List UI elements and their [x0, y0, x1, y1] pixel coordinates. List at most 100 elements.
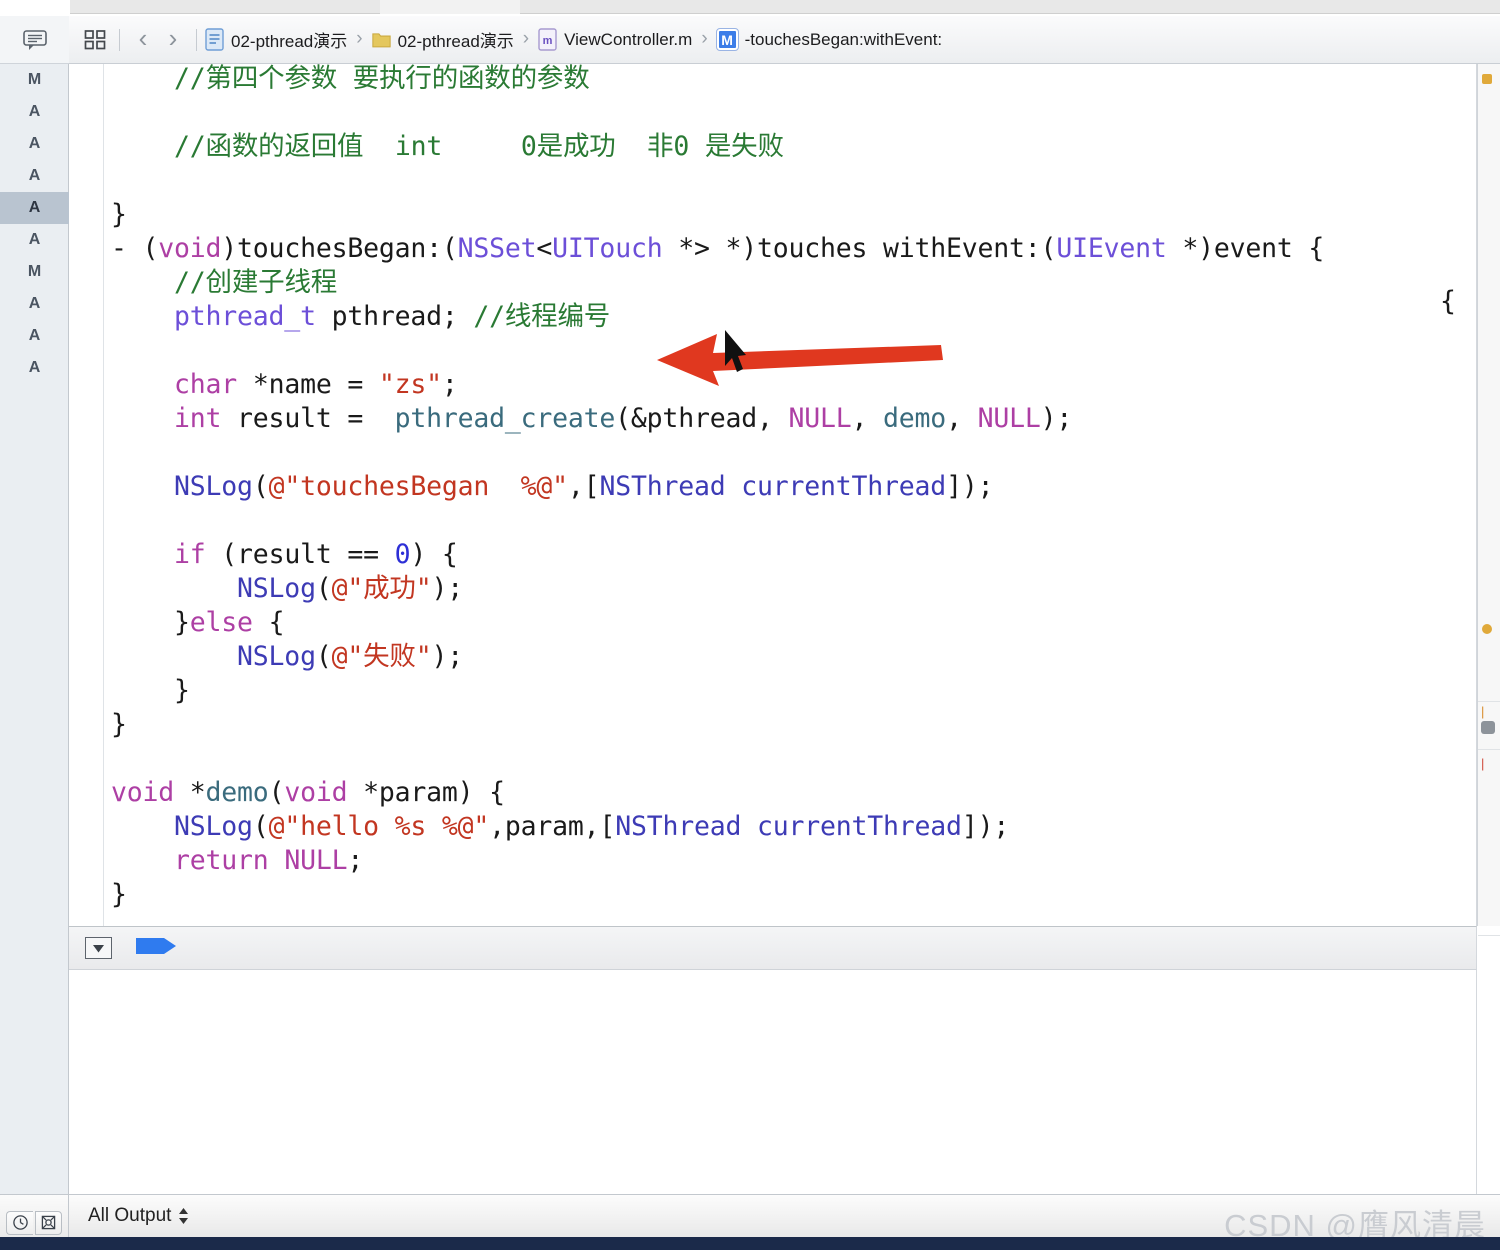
- code-token: ,param,[: [489, 811, 616, 842]
- code-token: 0: [394, 539, 411, 570]
- breadcrumb-item-3[interactable]: M -touchesBegan:withEvent:: [715, 28, 943, 51]
- breadcrumb-label-3: -touchesBegan:withEvent:: [744, 29, 943, 49]
- window-title-bar: [0, 0, 1500, 16]
- change-marker-list: MAAAAAMAAA: [0, 64, 69, 384]
- focus-target-button[interactable]: [35, 1210, 62, 1235]
- code-token: (: [315, 573, 332, 604]
- output-filter-label: All Output: [88, 1205, 172, 1226]
- code-token: //线程编号: [473, 301, 611, 332]
- code-token: ]);: [946, 471, 994, 502]
- code-line-5: - (void)touchesBegan:(NSSet<UITouch *> *…: [111, 233, 1324, 264]
- xcode-window: MAAAAAMAAA ‹ › 02-pthread演示 › 02-pthread…: [0, 0, 1500, 1250]
- scope-filter-button[interactable]: [134, 934, 178, 963]
- code-line-4: }: [111, 199, 127, 230]
- code-token: NSSet: [457, 233, 537, 264]
- breadcrumb-item-1[interactable]: 02-pthread演示: [371, 27, 514, 52]
- console-toggle-button[interactable]: [85, 937, 112, 959]
- change-marker-6[interactable]: M: [0, 256, 69, 288]
- breadcrumb-item-2[interactable]: m ViewController.m: [538, 28, 692, 51]
- code-token: demo: [205, 777, 269, 808]
- output-filter-dropdown[interactable]: All Output: [88, 1205, 189, 1227]
- source-editor[interactable]: //第四个参数 要执行的函数的参数 //函数的返回值 int 0是成功 非0 是…: [69, 64, 1477, 926]
- code-token: (: [252, 471, 269, 502]
- code-token: NSLog: [237, 573, 316, 604]
- code-line-6: //创建子线程: [111, 267, 337, 298]
- related-items-button[interactable]: [81, 29, 111, 51]
- breadcrumb-label-2: ViewController.m: [564, 29, 693, 49]
- change-marker-3[interactable]: A: [0, 160, 69, 192]
- right-panel-section-1: [1478, 74, 1500, 702]
- code-token: *> *)touches withEvent:(: [662, 233, 1057, 264]
- code-token: *)event {: [1166, 233, 1325, 264]
- code-token: NSThread: [615, 811, 742, 842]
- code-token: - (: [111, 233, 159, 264]
- code-token: NSLog: [174, 471, 253, 502]
- code-token: currentThread: [757, 811, 962, 842]
- code-token: ;: [347, 845, 364, 876]
- code-token: //创建子线程: [174, 267, 338, 298]
- source-code[interactable]: //第四个参数 要执行的函数的参数 //函数的返回值 int 0是成功 非0 是…: [111, 64, 1324, 912]
- target-icon: [41, 1215, 56, 1230]
- code-token: NSLog: [174, 811, 253, 842]
- project-file-icon: [205, 28, 224, 51]
- breadcrumb-item-0[interactable]: 02-pthread演示: [205, 27, 347, 52]
- m-file-icon: m: [538, 28, 557, 51]
- code-line-12: NSLog(@"touchesBegan %@",[NSThread curre…: [111, 471, 993, 502]
- console-output-pane[interactable]: [69, 970, 1477, 1194]
- code-token: ;: [441, 369, 458, 400]
- code-token: *name =: [237, 369, 379, 400]
- desktop-edge: [0, 1237, 1500, 1250]
- breadcrumb-separator: ›: [522, 27, 530, 49]
- navigator-strip: MAAAAAMAAA: [0, 16, 69, 1194]
- code-token: "zs": [378, 369, 442, 400]
- clock-icon: [12, 1215, 28, 1230]
- marker-glyph-icon: |: [1481, 704, 1485, 719]
- change-marker-5[interactable]: A: [0, 224, 69, 256]
- right-panel-section-2: |: [1478, 702, 1500, 750]
- code-token: result =: [221, 403, 395, 434]
- change-marker-0[interactable]: M: [0, 64, 69, 96]
- blue-tag-icon: [136, 937, 176, 954]
- code-token: (: [268, 777, 285, 808]
- change-marker-1[interactable]: A: [0, 96, 69, 128]
- code-token: @"成功": [331, 573, 432, 604]
- code-token: currentThread: [741, 471, 947, 502]
- code-token: }: [111, 675, 190, 706]
- change-marker-8[interactable]: A: [0, 320, 69, 352]
- code-token: void: [284, 777, 348, 808]
- code-line-7: pthread_t pthread; //线程编号: [111, 301, 610, 332]
- back-button[interactable]: ‹: [128, 25, 158, 55]
- code-line-23: return NULL;: [111, 845, 363, 876]
- forward-button[interactable]: ›: [158, 25, 188, 55]
- breadcrumb-separator: ›: [701, 27, 708, 49]
- change-marker-7[interactable]: A: [0, 288, 69, 320]
- code-token: char: [174, 369, 238, 400]
- code-token: void: [111, 777, 175, 808]
- history-button[interactable]: [6, 1210, 33, 1235]
- code-line-9: char *name = "zs";: [111, 369, 458, 400]
- code-token: }: [111, 879, 127, 910]
- grid-icon: [84, 29, 106, 49]
- code-token: UIEvent: [1056, 233, 1167, 264]
- code-line-0: //第四个参数 要执行的函数的参数: [111, 64, 590, 94]
- code-token: ,: [946, 403, 978, 434]
- change-marker-2[interactable]: A: [0, 128, 69, 160]
- change-marker-4[interactable]: A: [0, 192, 69, 224]
- right-panel-sliver[interactable]: | |: [1477, 64, 1500, 936]
- breadcrumb-separator: ›: [356, 27, 363, 49]
- code-token: );: [1040, 403, 1073, 434]
- code-token: );: [431, 573, 463, 604]
- change-marker-9[interactable]: A: [0, 352, 69, 384]
- code-token: demo: [883, 403, 947, 434]
- navigator-header[interactable]: [0, 16, 69, 64]
- code-token: NSLog: [237, 641, 316, 672]
